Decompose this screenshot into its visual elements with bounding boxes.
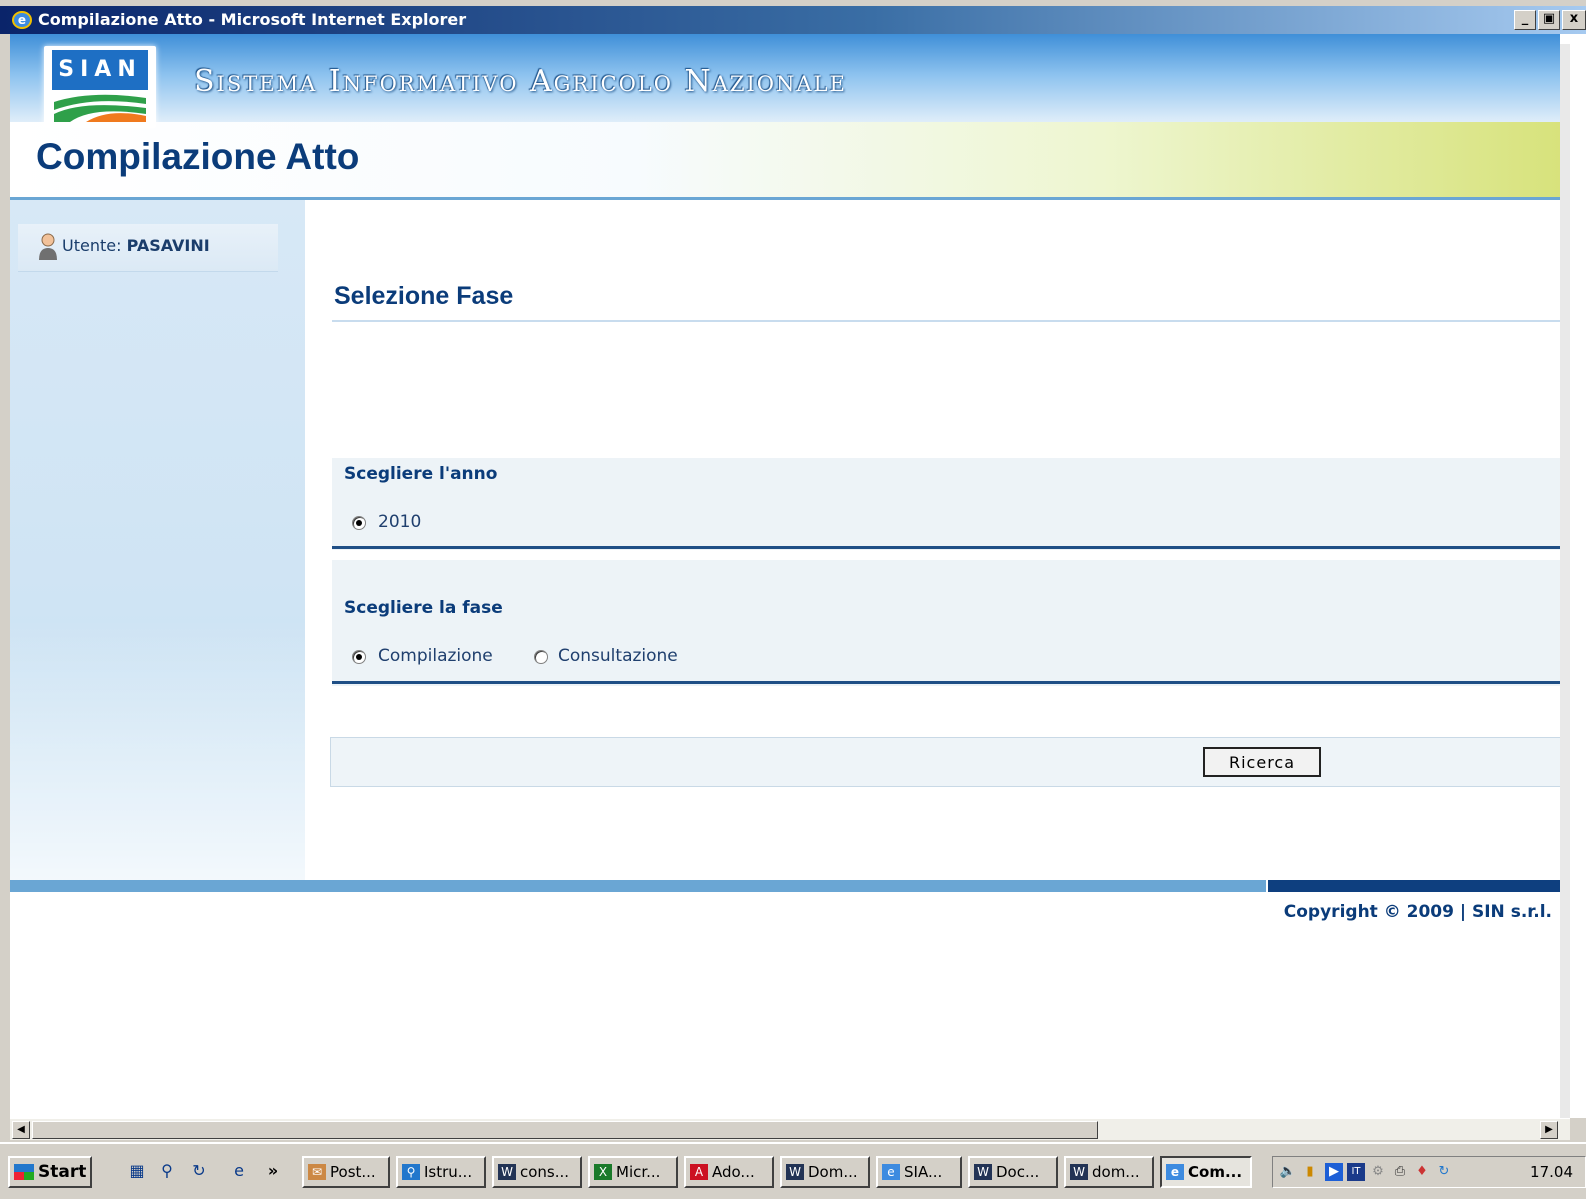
antivirus-icon[interactable]: ♦ bbox=[1413, 1163, 1431, 1181]
footer-bar-light bbox=[10, 880, 1266, 892]
chevron-icon[interactable]: » bbox=[262, 1160, 284, 1182]
site-header: SIAN Sistema Informativo Agricolo Nazion… bbox=[10, 34, 1570, 200]
phase-radio-compilazione[interactable] bbox=[352, 650, 366, 664]
sync-icon[interactable]: ↻ bbox=[188, 1160, 210, 1182]
task-button[interactable]: A Ado... bbox=[684, 1156, 774, 1188]
task-label: Ado... bbox=[712, 1163, 755, 1181]
task-button[interactable]: W Dom... bbox=[780, 1156, 870, 1188]
task-label: Post... bbox=[330, 1163, 376, 1181]
task-button[interactable]: ⚲ Istru... bbox=[396, 1156, 486, 1188]
close-button[interactable]: x bbox=[1562, 10, 1586, 30]
task-label: Micr... bbox=[616, 1163, 661, 1181]
footer-bar-dark bbox=[1268, 880, 1570, 892]
page-title: Compilazione Atto bbox=[36, 136, 360, 177]
search-icon[interactable]: ⚲ bbox=[156, 1160, 178, 1182]
year-panel: Scegliere l'anno 2010 bbox=[332, 458, 1570, 550]
start-button[interactable]: Start bbox=[8, 1156, 92, 1188]
task-label: dom... bbox=[1092, 1163, 1140, 1181]
horizontal-scrollbar[interactable]: ◀ ▶ bbox=[10, 1118, 1570, 1140]
year-option-label: 2010 bbox=[378, 512, 422, 532]
phase-panel-divider bbox=[332, 681, 1570, 684]
task-label: SIA... bbox=[904, 1163, 943, 1181]
system-tray: 🔈 ▮ ▶ IT ⚙ ⎙ ♦ ↻ 17.04 bbox=[1272, 1156, 1586, 1188]
sync-tray-icon[interactable]: ⚙ bbox=[1369, 1163, 1387, 1181]
phase-option-consultazione: Consultazione bbox=[558, 646, 678, 666]
restore-button[interactable]: ▣ bbox=[1538, 10, 1560, 30]
year-panel-divider bbox=[332, 546, 1570, 549]
section-divider bbox=[332, 320, 1570, 322]
minimize-button[interactable]: _ bbox=[1514, 10, 1536, 30]
vertical-scrollbar[interactable] bbox=[1560, 34, 1586, 1118]
clock: 17.04 bbox=[1530, 1163, 1573, 1181]
scroll-left-icon[interactable]: ◀ bbox=[12, 1121, 30, 1139]
ie-icon: e bbox=[1166, 1164, 1184, 1180]
action-bar: Ricerca bbox=[330, 737, 1570, 787]
search-button[interactable]: Ricerca bbox=[1203, 747, 1321, 777]
user-label: Utente: PASAVINI bbox=[62, 236, 210, 255]
task-button-active[interactable]: e Com... bbox=[1160, 1156, 1252, 1188]
year-radio-2010[interactable] bbox=[352, 516, 366, 530]
word-icon: W bbox=[498, 1164, 516, 1180]
task-label: cons... bbox=[520, 1163, 570, 1181]
sidebar: Utente: PASAVINI bbox=[10, 200, 305, 880]
phase-radio-consultazione[interactable] bbox=[534, 650, 548, 664]
postit-icon: ✉ bbox=[308, 1164, 326, 1180]
logo-waves-icon bbox=[54, 94, 146, 122]
logo-text: SIAN bbox=[52, 50, 148, 90]
excel-icon: X bbox=[594, 1164, 612, 1180]
page-viewport: SIAN Sistema Informativo Agricolo Nazion… bbox=[10, 34, 1570, 1118]
year-label: Scegliere l'anno bbox=[344, 464, 498, 484]
word-icon: W bbox=[1070, 1164, 1088, 1180]
taskbar: Start ▦ ⚲ ↻ e » ✉ Post... ⚲ Istru... Wcons… bbox=[0, 1142, 1586, 1199]
acrobat-icon: A bbox=[690, 1164, 708, 1180]
phase-option-compilazione: Compilazione bbox=[378, 646, 493, 666]
search-doc-icon: ⚲ bbox=[402, 1164, 420, 1180]
user-name: PASAVINI bbox=[126, 236, 210, 255]
browser-window: e Compilazione Atto - Microsoft Internet… bbox=[0, 0, 1586, 1199]
phase-label: Scegliere la fase bbox=[344, 598, 503, 618]
scroll-right-icon[interactable]: ▶ bbox=[1540, 1121, 1558, 1139]
window-title: Compilazione Atto - Microsoft Internet E… bbox=[38, 10, 467, 29]
task-label: Dom... bbox=[808, 1163, 858, 1181]
task-label: Com... bbox=[1188, 1163, 1243, 1181]
printer-icon[interactable]: ⎙ bbox=[1391, 1163, 1409, 1181]
language-icon[interactable]: IT bbox=[1347, 1163, 1365, 1181]
word-icon: W bbox=[786, 1164, 804, 1180]
media-icon[interactable]: ▶ bbox=[1325, 1163, 1343, 1181]
window-titlebar[interactable]: e Compilazione Atto - Microsoft Internet… bbox=[0, 6, 1586, 34]
section-title: Selezione Fase bbox=[334, 282, 514, 310]
volume-icon[interactable]: 🔈 bbox=[1279, 1163, 1297, 1181]
user-prefix: Utente: bbox=[62, 236, 122, 255]
sian-logo[interactable]: SIAN bbox=[44, 46, 156, 128]
system-name: Sistema Informativo Agricolo Nazionale bbox=[194, 64, 847, 99]
windows-flag-icon bbox=[14, 1164, 34, 1180]
task-button[interactable]: W Doc... bbox=[968, 1156, 1058, 1188]
task-label: Doc... bbox=[996, 1163, 1040, 1181]
task-button[interactable]: ✉ Post... bbox=[302, 1156, 390, 1188]
network-icon[interactable]: ▮ bbox=[1301, 1163, 1319, 1181]
task-label: Istru... bbox=[424, 1163, 473, 1181]
vertical-scroll-track[interactable] bbox=[1560, 44, 1570, 1118]
word-icon: W bbox=[974, 1164, 992, 1180]
horizontal-scroll-thumb[interactable] bbox=[32, 1121, 1098, 1139]
desktop-icon[interactable]: ▦ bbox=[126, 1160, 148, 1182]
copyright-text: Copyright © 2009 | SIN s.r.l. bbox=[1283, 902, 1552, 922]
task-button[interactable]: Wdom... bbox=[1064, 1156, 1154, 1188]
task-button[interactable]: e SIA... bbox=[876, 1156, 962, 1188]
user-info: Utente: PASAVINI bbox=[18, 224, 278, 272]
user-icon bbox=[39, 233, 57, 260]
task-button[interactable]: X Micr... bbox=[588, 1156, 678, 1188]
task-button[interactable]: Wcons... bbox=[492, 1156, 582, 1188]
phase-panel: Scegliere la fase Compilazione Consultaz… bbox=[332, 560, 1570, 686]
ie-quicklaunch-icon[interactable]: e bbox=[228, 1160, 250, 1182]
start-label: Start bbox=[38, 1162, 87, 1182]
connection-icon[interactable]: ↻ bbox=[1435, 1163, 1453, 1181]
ie-icon: e bbox=[12, 11, 32, 29]
ie-icon: e bbox=[882, 1164, 900, 1180]
wheat-background bbox=[10, 620, 305, 880]
